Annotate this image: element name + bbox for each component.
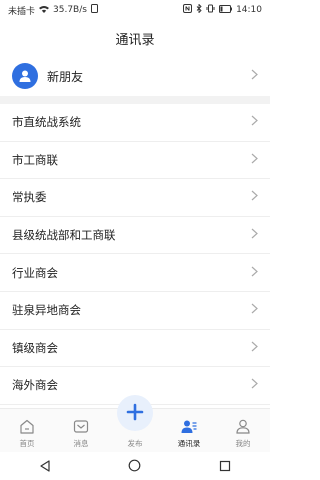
carrier-text: 未插卡 — [8, 6, 36, 17]
page-title: 通讯录 — [115, 32, 155, 48]
chevron-right-icon — [251, 228, 258, 242]
list-item[interactable]: 行业商会 — [0, 254, 270, 292]
contacts-icon — [180, 419, 198, 436]
list-item-label: 行业商会 — [12, 265, 58, 280]
clock-text: 14:10 — [236, 5, 262, 15]
tab-publish-label: 发布 — [127, 439, 143, 448]
tab-home-label: 首页 — [19, 439, 35, 448]
tab-messages-label: 消息 — [73, 439, 89, 448]
list-item-label: 海外商会 — [12, 378, 58, 393]
list-item-label: 市工商联 — [12, 152, 58, 167]
list-item[interactable]: 常执委 — [0, 179, 270, 217]
contact-group-list: 市直统战系统 市工商联 常执委 县级统战部和工商联 行业商会 驻泉异地商会 镇级… — [0, 104, 270, 405]
network-speed: 35.7B/s — [53, 5, 87, 15]
new-friend-label: 新朋友 — [47, 69, 84, 84]
home-icon — [19, 419, 35, 436]
list-item[interactable]: 镇级商会 — [0, 330, 270, 368]
chevron-right-icon — [251, 115, 258, 129]
list-item-label: 县级统战部和工商联 — [12, 228, 116, 243]
notification-icon — [90, 4, 98, 16]
tab-home[interactable]: 首页 — [0, 409, 54, 452]
wifi-icon — [39, 5, 50, 16]
status-right: 14:10 — [183, 3, 262, 16]
back-icon[interactable] — [39, 457, 51, 476]
list-item-label: 市直统战系统 — [12, 115, 81, 130]
system-nav-bar — [0, 452, 270, 480]
new-friend-row[interactable]: 新朋友 — [0, 56, 270, 96]
nfc-icon — [183, 4, 193, 16]
home-circle-icon[interactable] — [128, 457, 141, 476]
bottom-tab-bar: 首页 消息 发布 通讯录 我的 — [0, 395, 270, 452]
chevron-right-icon — [251, 341, 258, 355]
status-bar: 未插卡 35.7B/s 14:10 — [0, 0, 270, 20]
battery-icon — [219, 4, 233, 16]
section-divider — [0, 96, 270, 104]
list-item[interactable]: 驻泉异地商会 — [0, 292, 270, 330]
message-icon — [73, 419, 89, 436]
chevron-right-icon — [251, 153, 258, 167]
list-item[interactable]: 市工商联 — [0, 142, 270, 180]
user-icon — [12, 63, 38, 89]
tab-profile[interactable]: 我的 — [216, 409, 270, 452]
bluetooth-icon — [196, 3, 202, 16]
vibrate-icon — [206, 4, 215, 16]
list-item-label: 镇级商会 — [12, 340, 58, 355]
page-header: 通讯录 — [0, 20, 270, 56]
publish-button[interactable] — [117, 395, 153, 431]
list-item[interactable]: 县级统战部和工商联 — [0, 217, 270, 255]
tab-publish[interactable]: 发布 — [108, 395, 162, 452]
chevron-right-icon — [251, 303, 258, 317]
status-left: 未插卡 35.7B/s — [8, 4, 98, 17]
tab-messages[interactable]: 消息 — [54, 409, 108, 452]
recents-icon[interactable] — [219, 457, 231, 476]
plus-icon — [126, 401, 144, 425]
profile-icon — [235, 419, 251, 436]
list-item-label: 驻泉异地商会 — [12, 303, 81, 318]
chevron-right-icon — [251, 378, 258, 392]
chevron-right-icon — [251, 266, 258, 280]
tab-contacts-label: 通讯录 — [177, 439, 201, 448]
tab-contacts[interactable]: 通讯录 — [162, 409, 216, 452]
tab-profile-label: 我的 — [235, 439, 251, 448]
chevron-right-icon — [251, 69, 258, 83]
list-item[interactable]: 市直统战系统 — [0, 104, 270, 142]
list-item-label: 常执委 — [12, 190, 47, 205]
chevron-right-icon — [251, 190, 258, 204]
